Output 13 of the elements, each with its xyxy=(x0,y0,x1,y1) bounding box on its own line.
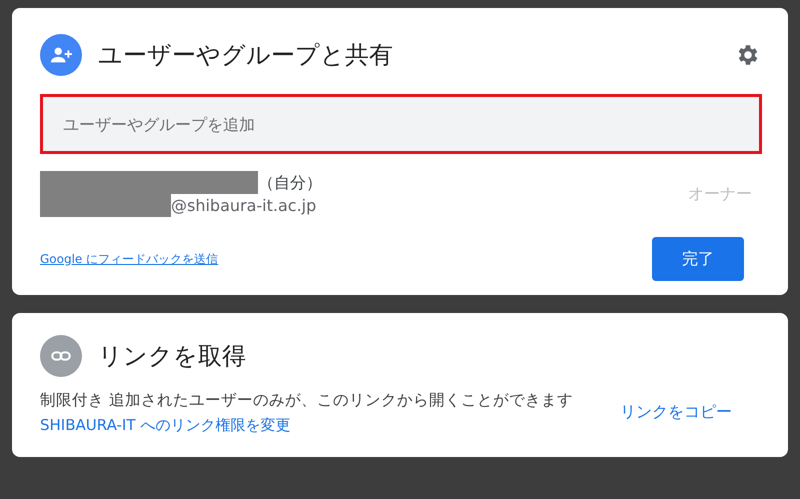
feedback-link[interactable]: Google にフィードバックを送信 xyxy=(40,250,218,268)
access-description: 制限付き 追加されたユーザーのみが、このリンクから開くことができます xyxy=(40,390,574,411)
change-permission-link[interactable]: SHIBAURA-IT へのリンク権限を変更 xyxy=(40,416,600,435)
email-text: @shibaura-it.ac.jp xyxy=(171,194,316,217)
link-icon xyxy=(40,335,82,377)
dialog-title: ユーザーやグループと共有 xyxy=(98,40,394,71)
add-person-icon xyxy=(40,34,82,76)
done-button[interactable]: 完了 xyxy=(652,237,744,281)
role-label: オーナー xyxy=(688,184,752,204)
copy-link[interactable]: リンクをコピー xyxy=(620,402,732,422)
name-suffix: （自分） xyxy=(258,172,322,194)
add-people-field[interactable]: ユーザーやグループを追加 xyxy=(40,94,762,154)
section-title: リンクを取得 xyxy=(98,341,247,372)
